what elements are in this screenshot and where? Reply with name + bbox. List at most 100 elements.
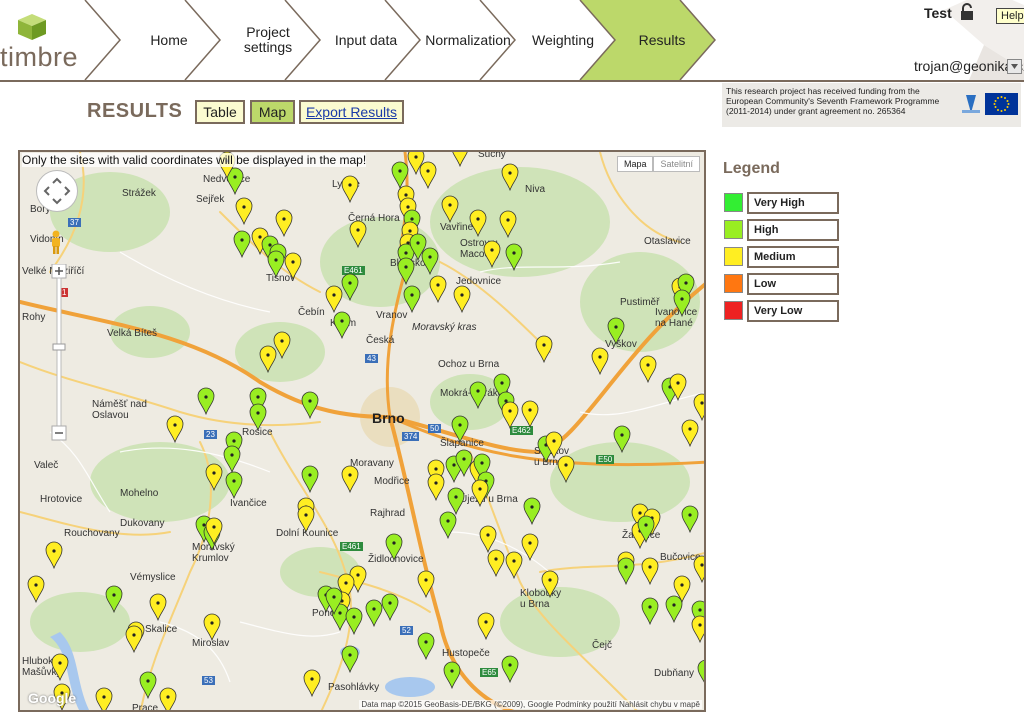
site-marker[interactable] bbox=[535, 335, 553, 364]
site-marker[interactable] bbox=[259, 345, 277, 374]
site-marker[interactable] bbox=[557, 455, 575, 484]
site-marker[interactable] bbox=[499, 210, 517, 239]
site-marker[interactable] bbox=[505, 551, 523, 580]
site-marker[interactable] bbox=[441, 195, 459, 224]
site-marker[interactable] bbox=[427, 473, 445, 502]
site-marker[interactable] bbox=[275, 209, 293, 238]
lock-icon[interactable] bbox=[959, 3, 975, 21]
site-marker[interactable] bbox=[403, 285, 421, 314]
site-marker[interactable] bbox=[166, 415, 184, 444]
site-marker[interactable] bbox=[301, 391, 319, 420]
site-marker[interactable] bbox=[341, 273, 359, 302]
site-marker[interactable] bbox=[325, 285, 343, 314]
map-view-button[interactable]: Map bbox=[250, 100, 295, 124]
site-marker[interactable] bbox=[673, 289, 691, 318]
site-marker[interactable] bbox=[447, 487, 465, 516]
site-marker[interactable] bbox=[349, 220, 367, 249]
site-marker[interactable] bbox=[341, 175, 359, 204]
site-marker[interactable] bbox=[452, 152, 468, 168]
site-marker[interactable] bbox=[341, 465, 359, 494]
site-marker[interactable] bbox=[501, 163, 519, 192]
site-marker[interactable] bbox=[591, 347, 609, 376]
site-marker[interactable] bbox=[303, 669, 321, 698]
site-marker[interactable] bbox=[417, 570, 435, 599]
site-marker[interactable] bbox=[284, 252, 302, 281]
site-marker[interactable] bbox=[469, 381, 487, 410]
site-marker[interactable] bbox=[159, 687, 177, 712]
site-marker[interactable] bbox=[693, 555, 706, 584]
site-marker[interactable] bbox=[505, 243, 523, 272]
map-type-satellite-button[interactable]: Satelitní bbox=[653, 156, 700, 172]
site-marker[interactable] bbox=[681, 505, 699, 534]
site-marker[interactable] bbox=[397, 257, 415, 286]
site-marker[interactable] bbox=[419, 161, 437, 190]
site-marker[interactable] bbox=[501, 655, 519, 684]
site-marker[interactable] bbox=[391, 161, 409, 190]
street-view-pegman-icon[interactable] bbox=[50, 230, 62, 254]
site-marker[interactable] bbox=[381, 593, 399, 622]
site-marker[interactable] bbox=[521, 533, 539, 562]
site-marker[interactable] bbox=[479, 525, 497, 554]
site-marker[interactable] bbox=[45, 541, 63, 570]
site-marker[interactable] bbox=[693, 393, 706, 422]
site-marker[interactable] bbox=[607, 317, 625, 346]
table-view-button[interactable]: Table bbox=[195, 100, 245, 124]
site-marker[interactable] bbox=[641, 597, 659, 626]
site-marker[interactable] bbox=[105, 585, 123, 614]
site-marker[interactable] bbox=[365, 599, 383, 628]
site-marker[interactable] bbox=[249, 403, 267, 432]
nav-weighting[interactable]: Weighting bbox=[520, 0, 606, 80]
site-marker[interactable] bbox=[51, 653, 69, 682]
help-button[interactable]: Help! bbox=[996, 8, 1024, 24]
nav-home[interactable]: Home bbox=[125, 0, 213, 80]
site-marker[interactable] bbox=[487, 549, 505, 578]
site-marker[interactable] bbox=[205, 463, 223, 492]
site-marker[interactable] bbox=[267, 250, 285, 279]
site-marker[interactable] bbox=[203, 613, 221, 642]
site-marker[interactable] bbox=[501, 401, 519, 430]
site-marker[interactable] bbox=[665, 595, 683, 624]
site-marker[interactable] bbox=[417, 632, 435, 661]
export-results-link[interactable]: Export Results bbox=[299, 100, 404, 124]
pan-control[interactable] bbox=[36, 170, 78, 212]
site-marker[interactable] bbox=[453, 285, 471, 314]
site-marker[interactable] bbox=[439, 511, 457, 540]
site-marker[interactable] bbox=[297, 505, 315, 534]
map-view[interactable]: Suchý Nedvědice Lysice Niva Strážek Sejř… bbox=[18, 150, 706, 712]
nav-project-settings[interactable]: Project settings bbox=[225, 0, 311, 80]
zoom-slider[interactable] bbox=[50, 264, 70, 444]
site-marker[interactable] bbox=[697, 659, 706, 686]
site-marker[interactable] bbox=[691, 615, 706, 644]
site-marker[interactable] bbox=[27, 575, 45, 604]
site-marker[interactable] bbox=[149, 593, 167, 622]
site-marker[interactable] bbox=[233, 230, 251, 259]
site-marker[interactable] bbox=[345, 607, 363, 636]
site-marker[interactable] bbox=[421, 247, 439, 276]
site-marker[interactable] bbox=[521, 400, 539, 429]
site-marker[interactable] bbox=[197, 387, 215, 416]
site-marker[interactable] bbox=[451, 415, 469, 444]
site-marker[interactable] bbox=[469, 209, 487, 238]
site-marker[interactable] bbox=[617, 557, 635, 586]
site-marker[interactable] bbox=[95, 687, 113, 712]
site-marker[interactable] bbox=[333, 311, 351, 340]
nav-normalization[interactable]: Normalization bbox=[420, 0, 516, 80]
site-marker[interactable] bbox=[483, 240, 501, 269]
site-marker[interactable] bbox=[341, 645, 359, 674]
map-attribution[interactable]: Data map ©2015 GeoBasis-DE/BKG (©2009), … bbox=[359, 700, 702, 709]
site-marker[interactable] bbox=[273, 331, 291, 360]
nav-input-data[interactable]: Input data bbox=[325, 0, 407, 80]
nav-results[interactable]: Results bbox=[620, 0, 704, 80]
site-marker[interactable] bbox=[235, 197, 253, 226]
site-marker[interactable] bbox=[471, 479, 489, 508]
site-marker[interactable] bbox=[639, 355, 657, 384]
site-marker[interactable] bbox=[139, 671, 157, 700]
site-marker[interactable] bbox=[429, 275, 447, 304]
site-marker[interactable] bbox=[443, 661, 461, 690]
site-marker[interactable] bbox=[641, 557, 659, 586]
site-marker[interactable] bbox=[541, 570, 559, 599]
site-marker[interactable] bbox=[681, 419, 699, 448]
map-type-mapa-button[interactable]: Mapa bbox=[616, 156, 654, 172]
site-marker[interactable] bbox=[613, 425, 631, 454]
site-marker[interactable] bbox=[385, 533, 403, 562]
